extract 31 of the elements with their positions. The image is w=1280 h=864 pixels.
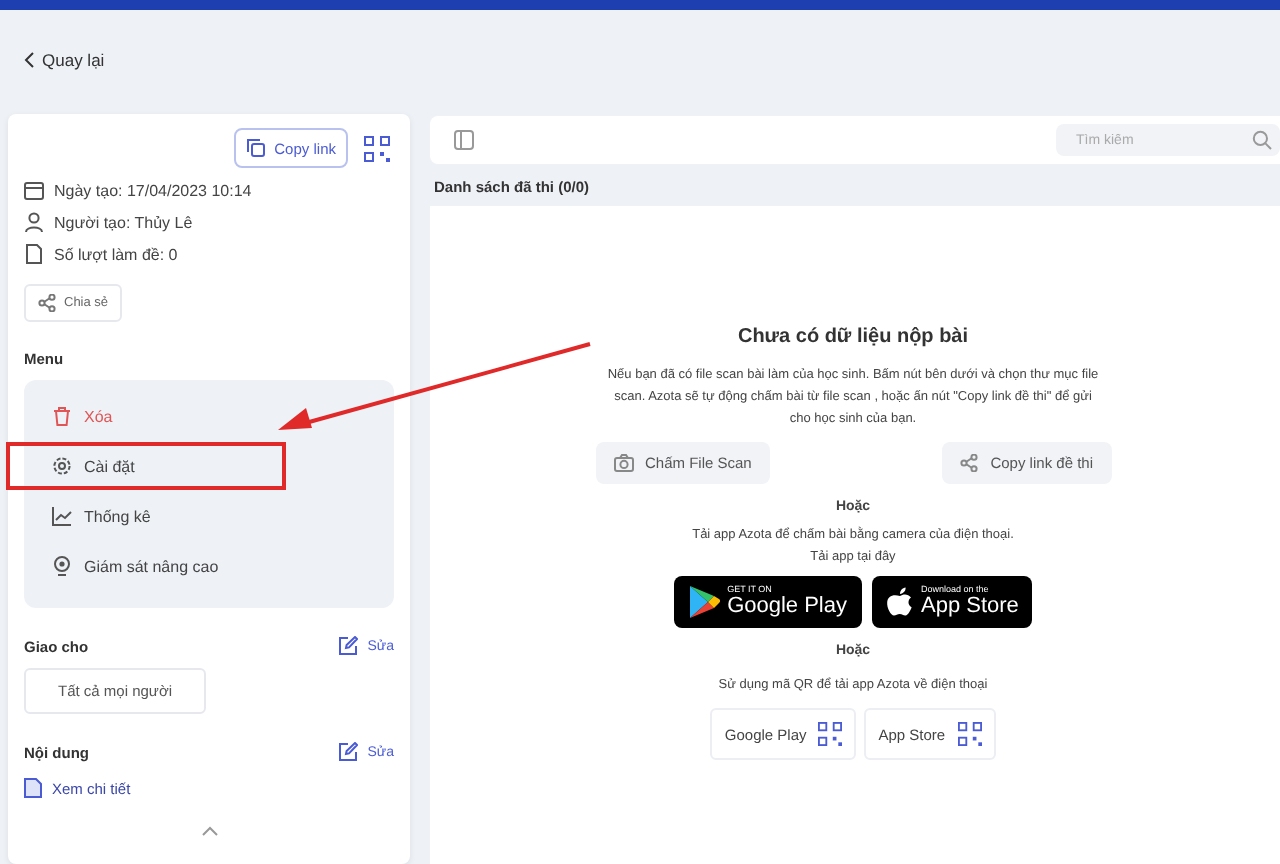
webcam-icon: [52, 556, 72, 576]
play-logo-icon: [687, 584, 720, 620]
document-icon: [24, 778, 42, 798]
copy-icon: [246, 138, 267, 158]
chevron-left-icon: [24, 52, 34, 68]
qr-code-icon: [957, 722, 982, 746]
trash-icon: [52, 406, 72, 426]
empty-title: Chưa có dữ liệu nộp bài: [737, 326, 969, 348]
attempts-text: Số lượt làm đề: 0: [54, 245, 178, 263]
apple-logo-icon: [885, 585, 913, 619]
menu-item[interactable]: Cài đặt: [6, 442, 286, 490]
collapse-icon[interactable]: [201, 826, 217, 836]
created-date: Ngày tạo: 17/04/2023 10:14: [54, 181, 252, 199]
share-icon: [38, 294, 56, 312]
person-icon: [24, 212, 44, 232]
back-link[interactable]: Quay lại: [24, 50, 105, 70]
line-chart-icon: [52, 506, 72, 526]
menu-item[interactable]: Giám sát nâng cao: [6, 542, 286, 590]
search-icon[interactable]: [1252, 130, 1272, 150]
edit-icon: [337, 636, 358, 656]
calendar-icon: [24, 180, 44, 200]
edit-icon: [337, 742, 358, 762]
camera-icon: [613, 454, 633, 472]
settings-icon: [52, 456, 72, 476]
document-icon: [24, 244, 44, 264]
share-icon: [960, 454, 979, 472]
qr-code-icon: [818, 722, 843, 746]
qr-code-icon[interactable]: [364, 135, 390, 161]
menu-item[interactable]: Thống kê: [6, 492, 286, 540]
creator-text: Người tạo: Thủy Lê: [54, 213, 193, 231]
panel-toggle-icon[interactable]: [454, 130, 474, 150]
